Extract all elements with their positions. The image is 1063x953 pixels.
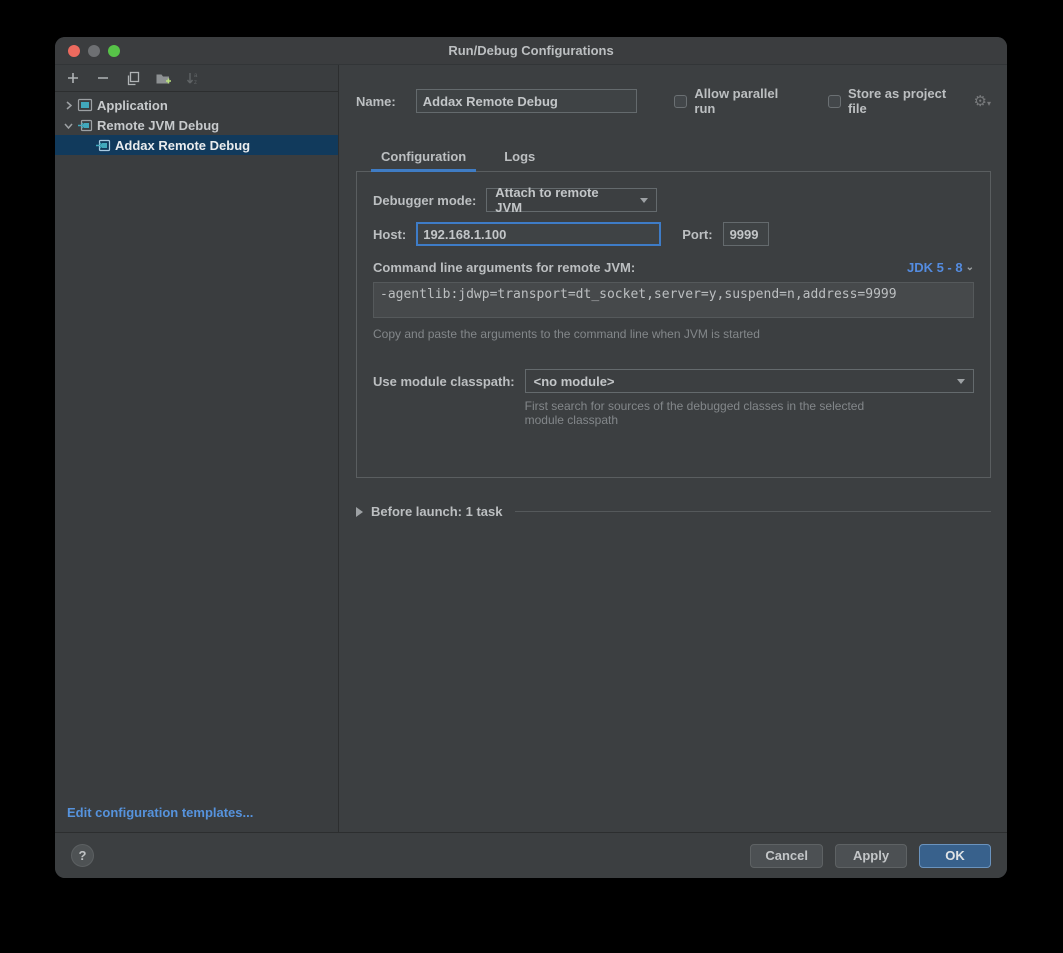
name-row: Name: Allow parallel run Store as projec… — [356, 86, 991, 116]
svg-text:z: z — [194, 80, 197, 86]
host-label: Host: — [373, 227, 406, 242]
port-input[interactable] — [723, 222, 769, 246]
allow-parallel-run-checkbox[interactable]: Allow parallel run — [674, 86, 802, 116]
application-run-config-icon — [77, 97, 93, 113]
remove-icon[interactable] — [95, 70, 111, 86]
checkbox-icon[interactable] — [828, 95, 841, 108]
before-launch-label: Before launch: 1 task — [371, 504, 503, 519]
add-icon[interactable] — [65, 70, 81, 86]
zoom-window-icon[interactable] — [108, 45, 120, 57]
svg-text:a: a — [194, 73, 198, 79]
run-debug-configurations-dialog: Run/Debug Configurations — [55, 37, 1007, 878]
cancel-button[interactable]: Cancel — [750, 844, 823, 868]
checkbox-icon[interactable] — [674, 95, 687, 108]
allow-parallel-run-label: Allow parallel run — [694, 86, 802, 116]
configuration-editor: Name: Allow parallel run Store as projec… — [339, 65, 1007, 832]
tree-item-label: Addax Remote Debug — [115, 138, 250, 153]
chevron-down-icon[interactable] — [63, 120, 75, 131]
module-classpath-label: Use module classpath: — [373, 374, 515, 389]
name-label: Name: — [356, 94, 396, 109]
chevron-right-icon[interactable] — [63, 100, 75, 111]
copy-icon[interactable] — [125, 70, 141, 86]
jdk-version-selector[interactable]: JDK 5 - 8 ⌄ — [907, 260, 974, 275]
cmdline-label: Command line arguments for remote JVM: — [373, 260, 635, 275]
remote-jvm-debug-icon — [77, 117, 93, 133]
cmdline-arguments-field[interactable]: -agentlib:jdwp=transport=dt_socket,serve… — [373, 282, 974, 318]
dialog-footer: ? Cancel Apply OK — [55, 832, 1007, 878]
tree-item-label: Remote JVM Debug — [97, 118, 219, 133]
name-input[interactable] — [416, 89, 638, 113]
help-button[interactable]: ? — [71, 844, 94, 867]
before-launch-section[interactable]: Before launch: 1 task — [356, 504, 991, 519]
tab-configuration[interactable]: Configuration — [371, 149, 476, 171]
tree-item-addax-remote-debug[interactable]: Addax Remote Debug — [55, 135, 338, 155]
ok-button[interactable]: OK — [919, 844, 991, 868]
module-classpath-value: <no module> — [534, 374, 615, 389]
debugger-mode-row: Debugger mode: Attach to remote JVM — [373, 188, 974, 212]
store-as-project-file-checkbox[interactable]: Store as project file ⚙▾ — [828, 86, 991, 116]
debugger-mode-select[interactable]: Attach to remote JVM — [486, 188, 657, 212]
module-classpath-row: Use module classpath: <no module> First … — [373, 369, 974, 427]
apply-button[interactable]: Apply — [835, 844, 907, 868]
module-classpath-hint: First search for sources of the debugged… — [525, 399, 875, 427]
configurations-sidebar: a z Application — [55, 65, 339, 832]
jdk-version-label: JDK 5 - 8 — [907, 260, 963, 275]
module-classpath-select[interactable]: <no module> — [525, 369, 974, 393]
sidebar-toolbar: a z — [55, 65, 338, 92]
tab-bar: Configuration Logs — [356, 149, 991, 171]
new-folder-icon[interactable] — [155, 70, 171, 86]
debugger-mode-label: Debugger mode: — [373, 193, 476, 208]
gear-icon[interactable]: ⚙▾ — [974, 94, 991, 109]
minimize-window-icon — [88, 45, 100, 57]
tree-item-remote-jvm-debug[interactable]: Remote JVM Debug — [55, 115, 338, 135]
host-input[interactable] — [416, 222, 661, 246]
chevron-down-icon: ⌄ — [966, 262, 974, 273]
configurations-tree: Application Remote JVM Debug — [55, 92, 338, 794]
tab-logs[interactable]: Logs — [494, 149, 545, 171]
edit-configuration-templates-link[interactable]: Edit configuration templates... — [67, 805, 253, 820]
remote-jvm-debug-icon — [95, 137, 111, 153]
title-bar: Run/Debug Configurations — [55, 37, 1007, 65]
debugger-mode-value: Attach to remote JVM — [495, 185, 628, 215]
window-title: Run/Debug Configurations — [448, 43, 613, 58]
sort-alphabetically-icon: a z — [185, 70, 201, 86]
dropdown-arrow-icon — [957, 379, 965, 384]
divider — [515, 511, 992, 512]
configuration-tab-panel: Debugger mode: Attach to remote JVM Host… — [356, 171, 991, 478]
close-window-icon[interactable] — [68, 45, 80, 57]
tree-item-application[interactable]: Application — [55, 95, 338, 115]
store-as-project-file-label: Store as project file — [848, 86, 968, 116]
disclosure-triangle-icon[interactable] — [356, 507, 363, 517]
dropdown-arrow-icon — [640, 198, 648, 203]
cmdline-label-row: Command line arguments for remote JVM: J… — [373, 260, 974, 275]
tree-item-label: Application — [97, 98, 168, 113]
cmdline-hint: Copy and paste the arguments to the comm… — [373, 327, 974, 341]
host-port-row: Host: Port: — [373, 222, 974, 246]
port-label: Port: — [682, 227, 712, 242]
